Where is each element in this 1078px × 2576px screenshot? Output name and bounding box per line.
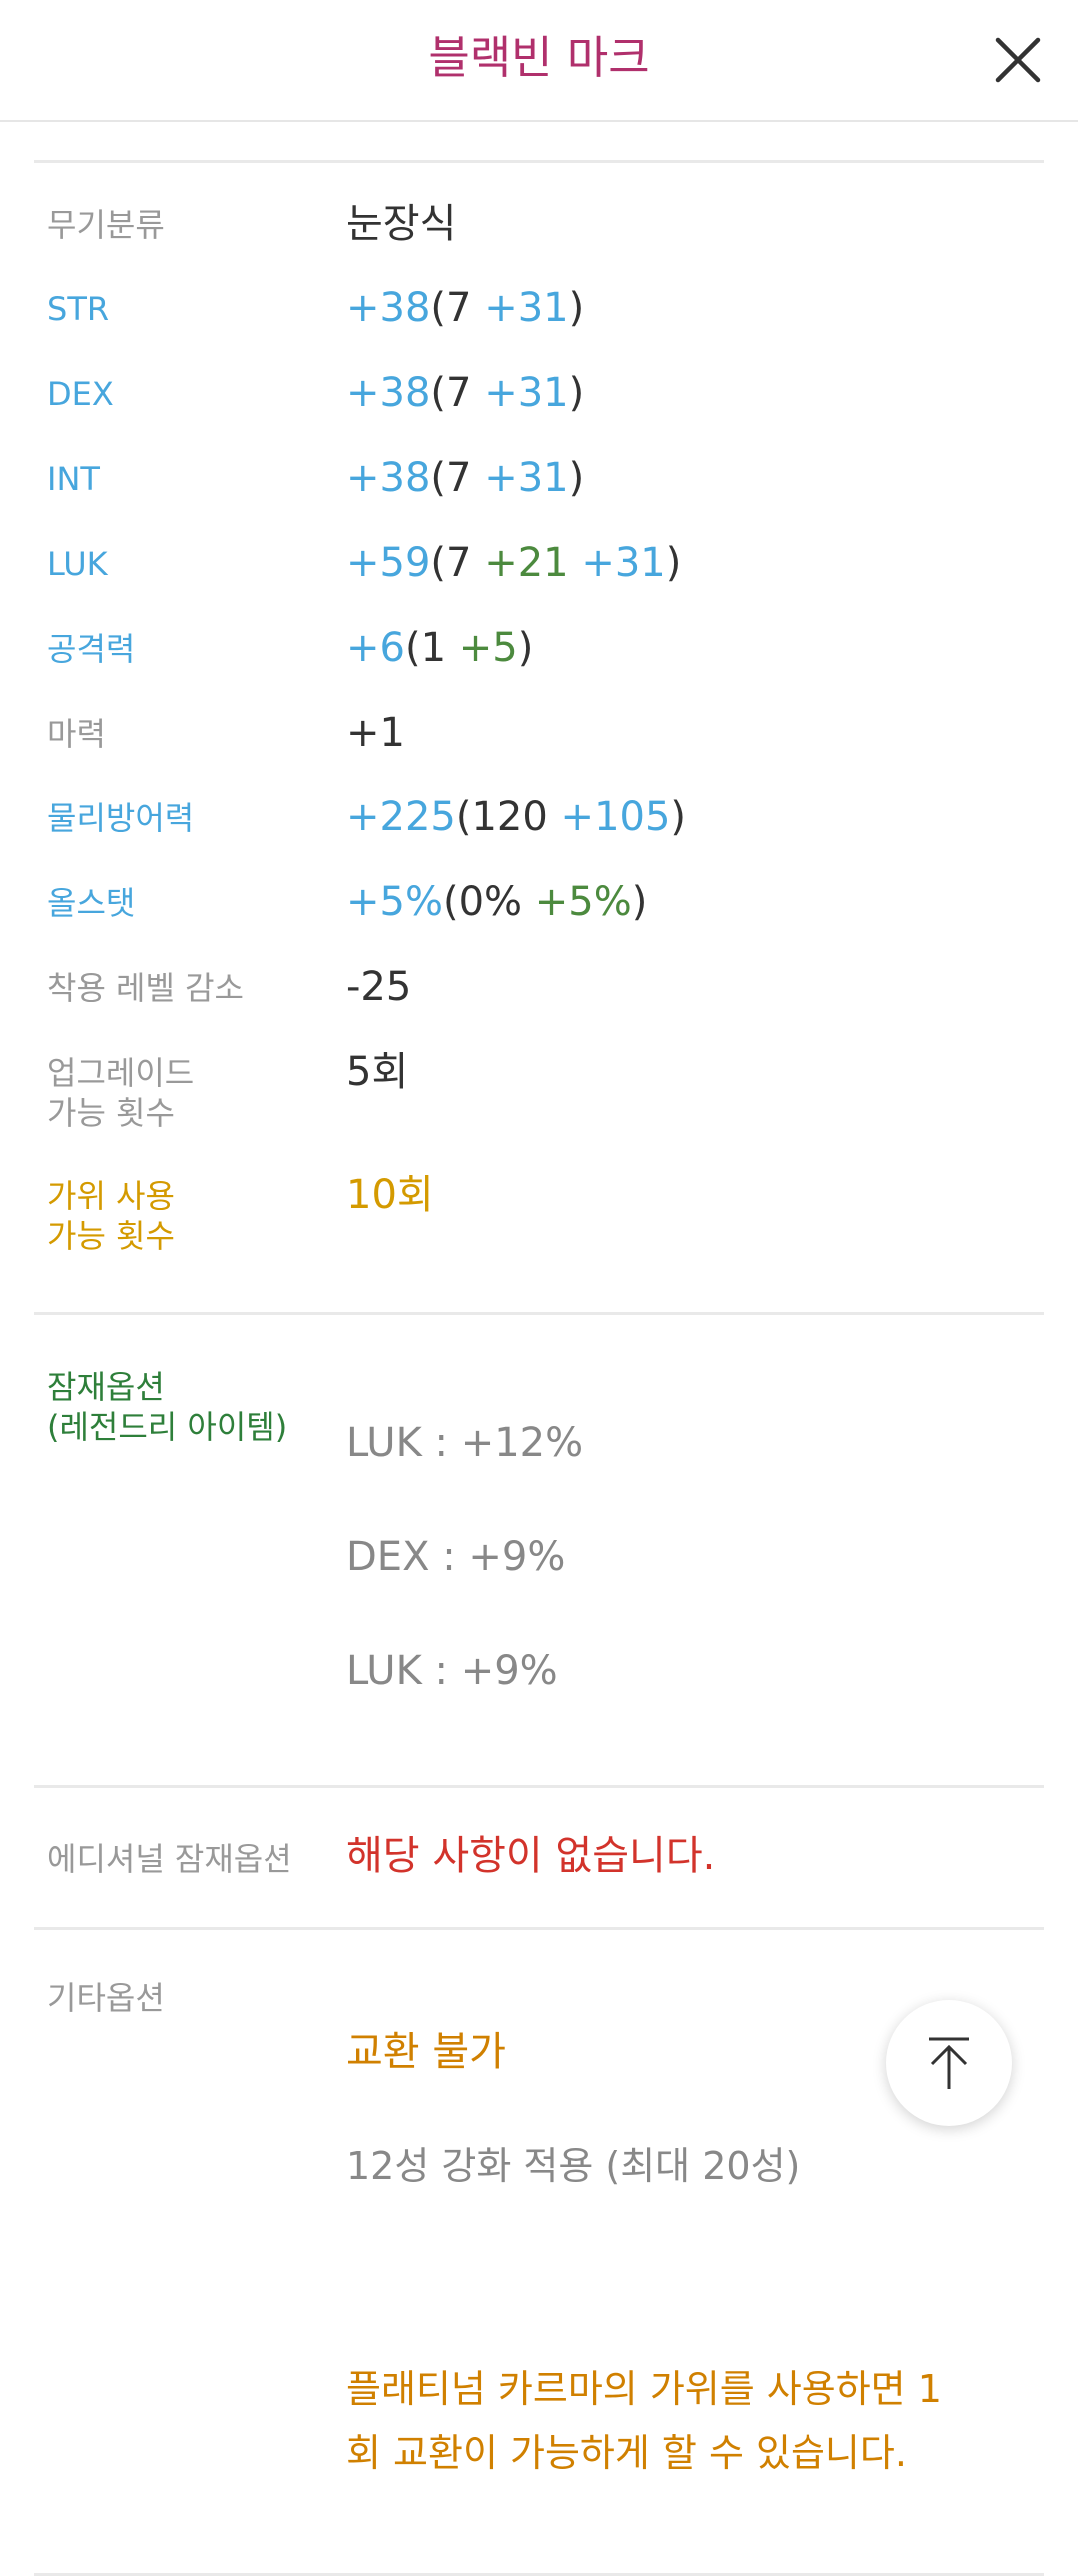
stat-row: 무기분류 눈장식 (34, 199, 1044, 283)
stat-value-part: +31 (484, 455, 569, 501)
stat-value-part: +38 (346, 370, 431, 416)
stat-value-part: (7 (430, 370, 485, 416)
stat-value-part: +31 (581, 540, 666, 586)
stat-value-part: -25 (346, 964, 412, 1010)
stat-value: +38(7 +31) (346, 283, 1044, 333)
stat-value: -25 (346, 962, 1044, 1012)
stat-value: +59(7 +21 +31) (346, 538, 1044, 588)
stat-row: LUK +59(7 +21 +31) (34, 538, 1044, 623)
stat-value-part: (7 (430, 285, 485, 331)
potential-line: LUK : +9% (346, 1648, 558, 1694)
stat-row: 마력 +1 (34, 708, 1044, 792)
potential-section: 잠재옵션 (레전드리 아이템) LUK : +12% DEX : +9% LUK… (34, 1315, 1044, 1785)
item-detail: 무기분류 눈장식 STR +38(7 +31) DEX +38(7 +31) INT +38(… (34, 160, 1044, 2576)
etc-label: 기타옵션 (47, 1979, 165, 2017)
stat-row: 업그레이드 가능 횟수 5회 (34, 1047, 1044, 1170)
stat-value-part: ) (631, 879, 648, 925)
stat-label: 가위 사용 가능 횟수 (47, 1177, 175, 1255)
stat-value: +6(1 +5) (346, 623, 1044, 673)
stat-label: LUK (47, 545, 108, 583)
stat-label: 업그레이드 가능 횟수 (47, 1054, 195, 1132)
stat-value: 5회 (346, 1047, 1044, 1097)
stat-row: 공격력 +6(1 +5) (34, 623, 1044, 708)
stat-value-part: ) (517, 625, 534, 671)
stat-value-part: +105 (560, 794, 671, 840)
stat-label: 착용 레벨 감소 (47, 969, 244, 1007)
stat-value: 눈장식 (346, 199, 1044, 249)
stat-row: 착용 레벨 감소 -25 (34, 962, 1044, 1047)
stat-label: 공격력 (47, 630, 136, 668)
stat-label: 무기분류 (47, 206, 165, 244)
additional-value: 해당 사항이 없습니다. (346, 1833, 716, 1879)
page-title: 블랙빈 마크 (428, 31, 650, 84)
stat-value-part: +1 (346, 710, 405, 756)
star-force-info: 12성 강화 적용 (최대 20성) (346, 2144, 801, 2188)
arrow-up-icon (929, 2037, 969, 2089)
stat-value-part: +5 (458, 625, 518, 671)
stat-value: 10회 (346, 1170, 1044, 1220)
stat-value-part: ) (670, 794, 687, 840)
stat-row: INT +38(7 +31) (34, 453, 1044, 538)
close-button[interactable] (988, 30, 1048, 90)
close-icon (995, 37, 1041, 83)
potential-line: DEX : +9% (346, 1534, 566, 1580)
stat-value-part: (0% (442, 879, 535, 925)
header: 블랙빈 마크 (0, 0, 1078, 122)
potential-label: 잠재옵션 (레전드리 아이템) (47, 1368, 288, 1446)
stat-label: INT (47, 460, 100, 498)
stat-row: DEX +38(7 +31) (34, 368, 1044, 453)
stat-value-part: +21 (484, 540, 569, 586)
stat-value-part: (1 (404, 625, 459, 671)
stat-row: 가위 사용 가능 횟수 10회 (34, 1170, 1044, 1292)
karma-scissors-info: 플래티넘 카르마의 가위를 사용하면 1 회 교환이 가능하게 할 수 있습니다… (346, 2367, 942, 2475)
stat-label: 올스탯 (47, 884, 136, 922)
stat-value: +1 (346, 708, 1044, 758)
stat-value-part: +225 (346, 794, 456, 840)
stat-value-part: ) (665, 540, 682, 586)
stat-value-part: (120 (455, 794, 561, 840)
stat-label: 물리방어력 (47, 799, 195, 837)
stat-value-part: +38 (346, 285, 431, 331)
additional-label: 에디셔널 잠재옵션 (47, 1840, 292, 1878)
stat-value-part: +38 (346, 455, 431, 501)
stat-value-part: (7 (430, 540, 485, 586)
stat-value-part: +5% (534, 879, 632, 925)
stat-value-part: +31 (484, 370, 569, 416)
scroll-top-button[interactable] (886, 2000, 1012, 2126)
stat-label: STR (47, 290, 110, 328)
stats-section: 무기분류 눈장식 STR +38(7 +31) DEX +38(7 +31) INT +38(… (34, 163, 1044, 1312)
stat-row: 올스탯 +5%(0% +5%) (34, 877, 1044, 962)
stat-row: STR +38(7 +31) (34, 283, 1044, 368)
stat-value: +38(7 +31) (346, 368, 1044, 418)
stat-row: 물리방어력 +225(120 +105) (34, 792, 1044, 877)
stat-value-part: (7 (430, 455, 485, 501)
stat-value-part: +5% (346, 879, 443, 925)
stat-value-part: +59 (346, 540, 431, 586)
stat-value-part: 눈장식 (346, 201, 457, 247)
stat-value: +38(7 +31) (346, 453, 1044, 503)
stat-value-part: +6 (346, 625, 405, 671)
stat-value-part: 5회 (346, 1049, 409, 1095)
potential-line: LUK : +12% (346, 1420, 584, 1466)
potential-list: LUK : +12% DEX : +9% LUK : +9% (346, 1361, 1044, 1753)
stat-value-part: ) (568, 370, 585, 416)
stat-value-part: 10회 (346, 1172, 434, 1218)
stat-value-part: ) (568, 455, 585, 501)
stat-value-part (569, 540, 582, 586)
additional-row: 에디셔널 잠재옵션 해당 사항이 없습니다. (34, 1831, 1044, 1881)
stat-value-part: +31 (484, 285, 569, 331)
stat-label: 마력 (47, 715, 106, 753)
stat-value: +5%(0% +5%) (346, 877, 1044, 927)
stat-value: +225(120 +105) (346, 792, 1044, 842)
additional-section: 에디셔널 잠재옵션 해당 사항이 없습니다. (34, 1788, 1044, 1927)
stat-label: DEX (47, 375, 114, 413)
stat-value-part: ) (568, 285, 585, 331)
etc-section: 기타옵션 교환 불가 12성 강화 적용 (최대 20성) 플래티넘 카르마의 … (34, 1930, 1044, 2573)
potential-row: 잠재옵션 (레전드리 아이템) LUK : +12% DEX : +9% LUK… (34, 1361, 1044, 1753)
